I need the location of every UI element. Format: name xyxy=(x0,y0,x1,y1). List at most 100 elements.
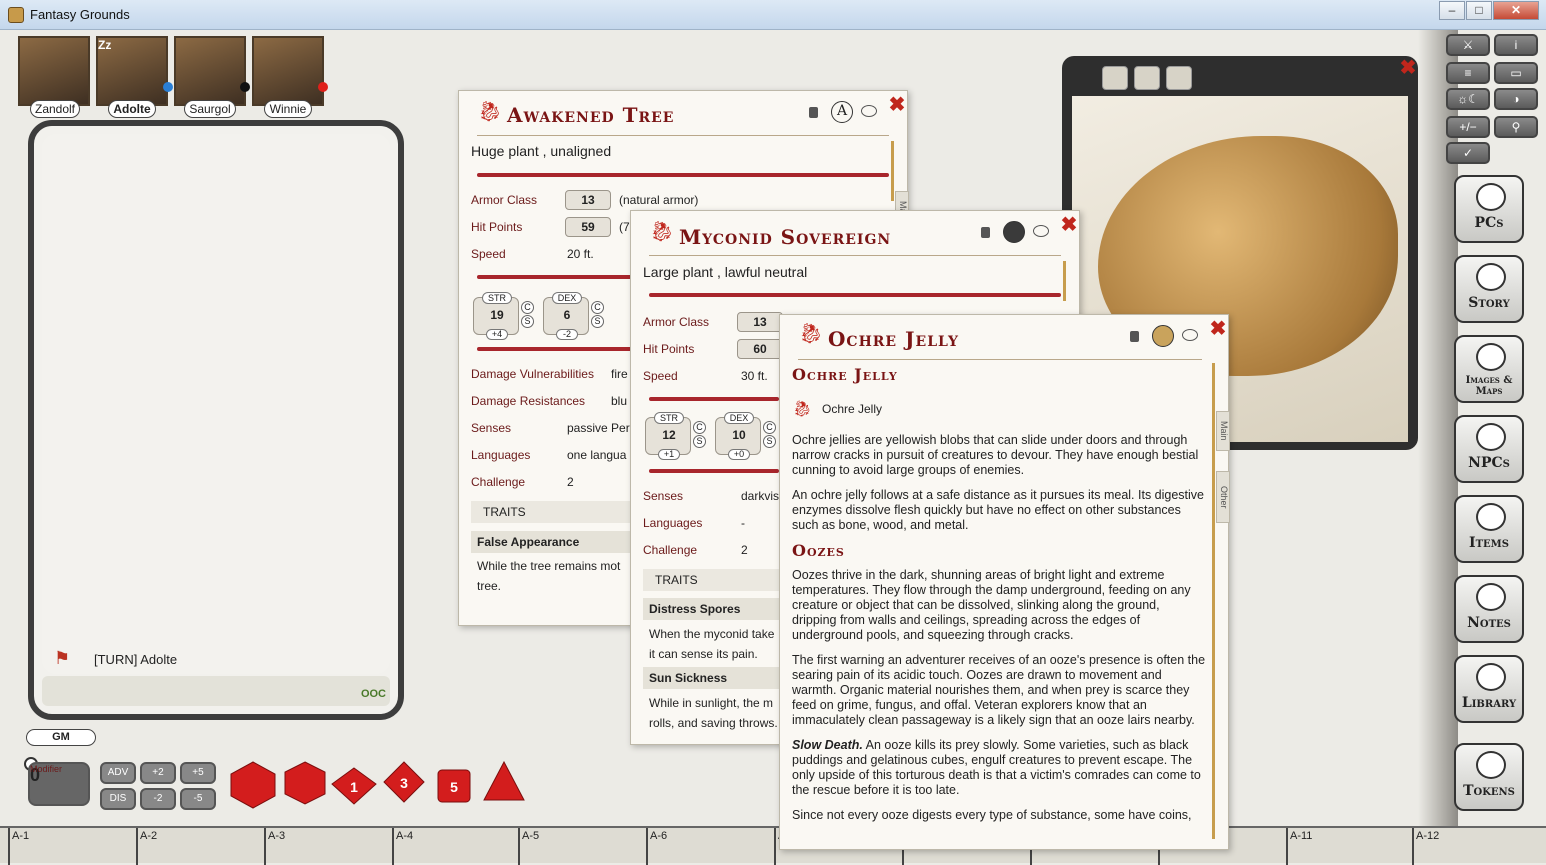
modifiers-button[interactable]: +/− xyxy=(1446,116,1490,138)
eraser-tool-icon[interactable] xyxy=(1166,66,1192,90)
hotkey-slot[interactable]: A-1 xyxy=(8,828,29,865)
scrollbar[interactable] xyxy=(1063,261,1066,301)
traits-header[interactable]: TRAITS xyxy=(643,569,779,591)
save-icon[interactable]: S xyxy=(763,435,776,448)
story-section-heading: Oozes xyxy=(792,541,845,560)
scrollbar[interactable] xyxy=(891,141,894,201)
story-bold: Slow Death. xyxy=(792,738,863,752)
story-button[interactable]: Story xyxy=(1454,255,1524,323)
pencil-tool-icon[interactable] xyxy=(1134,66,1160,90)
check-icon[interactable]: C xyxy=(693,421,706,434)
d20-die-icon[interactable] xyxy=(228,760,278,810)
tokens-button[interactable]: Tokens xyxy=(1454,743,1524,811)
close-story-icon[interactable]: ✖ xyxy=(1208,319,1228,339)
hotkey-slot[interactable]: A-3 xyxy=(264,828,285,865)
dex-score[interactable]: DEX 10 +0 xyxy=(715,412,761,460)
story-body: Ochre jellies are yellowish blobs that c… xyxy=(792,433,1206,838)
str-score[interactable]: STR 12 +1 xyxy=(645,412,691,460)
dis-button[interactable]: DIS xyxy=(100,788,136,810)
hotkey-slot[interactable]: A-12 xyxy=(1412,828,1439,865)
token-icon[interactable] xyxy=(1152,325,1174,347)
gm-identity-badge[interactable]: GM xyxy=(26,729,96,746)
plus5-button[interactable]: +5 xyxy=(180,762,216,784)
hotkey-slot[interactable]: A-11 xyxy=(1286,828,1312,865)
d4-die-icon[interactable] xyxy=(482,760,526,802)
lock-icon[interactable] xyxy=(981,227,990,238)
dex-label: DEX xyxy=(724,412,754,424)
token-icon[interactable] xyxy=(1003,221,1025,243)
d12-die-icon[interactable] xyxy=(282,760,328,806)
hit-points-field[interactable]: 59 xyxy=(565,217,611,237)
chat-share-icon[interactable] xyxy=(1033,225,1049,237)
d10-die-icon[interactable]: 1 xyxy=(330,766,378,806)
minimize-button[interactable]: – xyxy=(1439,1,1465,20)
hit-points-field[interactable]: 60 xyxy=(737,339,783,359)
notes-button[interactable]: Notes xyxy=(1454,575,1524,643)
adv-button[interactable]: ADV xyxy=(100,762,136,784)
str-value: 12 xyxy=(662,428,676,442)
close-npc-icon[interactable]: ✖ xyxy=(1059,215,1079,235)
tables-button[interactable]: ≡ xyxy=(1446,62,1490,84)
save-icon[interactable]: S xyxy=(521,315,534,328)
colors-button[interactable]: ◑ xyxy=(1494,88,1538,110)
save-icon[interactable]: S xyxy=(591,315,604,328)
dex-score[interactable]: DEX 6 -2 xyxy=(543,292,589,340)
close-window-button[interactable]: ✕ xyxy=(1493,1,1539,20)
tab-other[interactable]: Other xyxy=(1216,471,1230,523)
story-paragraph: Slow Death. An ooze kills its prey slowl… xyxy=(792,738,1206,798)
d8-label: 3 xyxy=(400,775,408,791)
modifier-box[interactable]: 0 Modifier xyxy=(28,762,90,806)
turn-flag-icon: ⚑ xyxy=(54,648,71,668)
images-maps-button[interactable]: Images & Maps xyxy=(1454,335,1524,403)
tab-main[interactable]: Main xyxy=(1216,411,1230,451)
minus5-button[interactable]: -5 xyxy=(180,788,216,810)
portrait-winnie[interactable] xyxy=(252,36,324,106)
maximize-button[interactable]: □ xyxy=(1466,1,1492,20)
portrait-zandolf[interactable] xyxy=(18,36,90,106)
check-icon[interactable]: C xyxy=(763,421,776,434)
portrait-saurgol[interactable] xyxy=(174,36,246,106)
party-sheet-button[interactable]: i xyxy=(1494,34,1538,56)
options-button[interactable]: ✓ xyxy=(1446,142,1490,164)
mask-tool-icon[interactable] xyxy=(1102,66,1128,90)
items-button[interactable]: Items xyxy=(1454,495,1524,563)
d8-die-icon[interactable]: 3 xyxy=(382,760,426,804)
armor-class-field[interactable]: 13 xyxy=(565,190,611,210)
chat-share-icon[interactable] xyxy=(1182,329,1198,341)
str-score[interactable]: STR 19 +4 xyxy=(473,292,519,340)
pcs-button[interactable]: PCs xyxy=(1454,175,1524,243)
d6-die-icon[interactable]: 5 xyxy=(436,768,472,804)
armor-class-field[interactable]: 13 xyxy=(737,312,783,332)
minus2-button[interactable]: -2 xyxy=(140,788,176,810)
hotkey-slot[interactable]: A-5 xyxy=(518,828,539,865)
hotkey-slot[interactable]: A-2 xyxy=(136,828,157,865)
ooc-toggle[interactable]: OOC xyxy=(361,688,386,700)
lock-icon[interactable] xyxy=(809,107,818,118)
hotkey-slot[interactable]: A-6 xyxy=(646,828,667,865)
chat-share-icon[interactable] xyxy=(861,105,877,117)
library-button[interactable]: Library xyxy=(1454,655,1524,723)
story-scrollbar[interactable] xyxy=(1212,363,1215,839)
effects-button[interactable]: ⚲ xyxy=(1494,116,1538,138)
check-icon[interactable]: C xyxy=(521,301,534,314)
chat-log[interactable] xyxy=(42,134,390,674)
close-image-icon[interactable]: ✖ xyxy=(1398,58,1418,78)
npcs-button[interactable]: NPCs xyxy=(1454,415,1524,483)
cards-button[interactable]: ▭ xyxy=(1494,62,1538,84)
plus2-button[interactable]: +2 xyxy=(140,762,176,784)
save-icon[interactable]: S xyxy=(693,435,706,448)
combat-tracker-button[interactable]: ⚔ xyxy=(1446,34,1490,56)
link-icon[interactable]: 🐉︎ xyxy=(792,399,812,419)
challenge-label: Challenge xyxy=(471,475,526,489)
status-dot-icon xyxy=(163,82,173,92)
calendar-button[interactable]: ☼☾ xyxy=(1446,88,1490,110)
npc-type: Huge plant , unaligned xyxy=(471,143,612,159)
token-icon[interactable]: A xyxy=(831,101,853,123)
chat-input[interactable] xyxy=(42,676,390,706)
hotkey-slot[interactable]: A-4 xyxy=(392,828,413,865)
traits-header[interactable]: TRAITS xyxy=(471,501,631,523)
lock-icon[interactable] xyxy=(1130,331,1139,342)
close-npc-icon[interactable]: ✖ xyxy=(887,95,907,115)
story-link[interactable]: Ochre Jelly xyxy=(822,402,882,416)
check-icon[interactable]: C xyxy=(591,301,604,314)
